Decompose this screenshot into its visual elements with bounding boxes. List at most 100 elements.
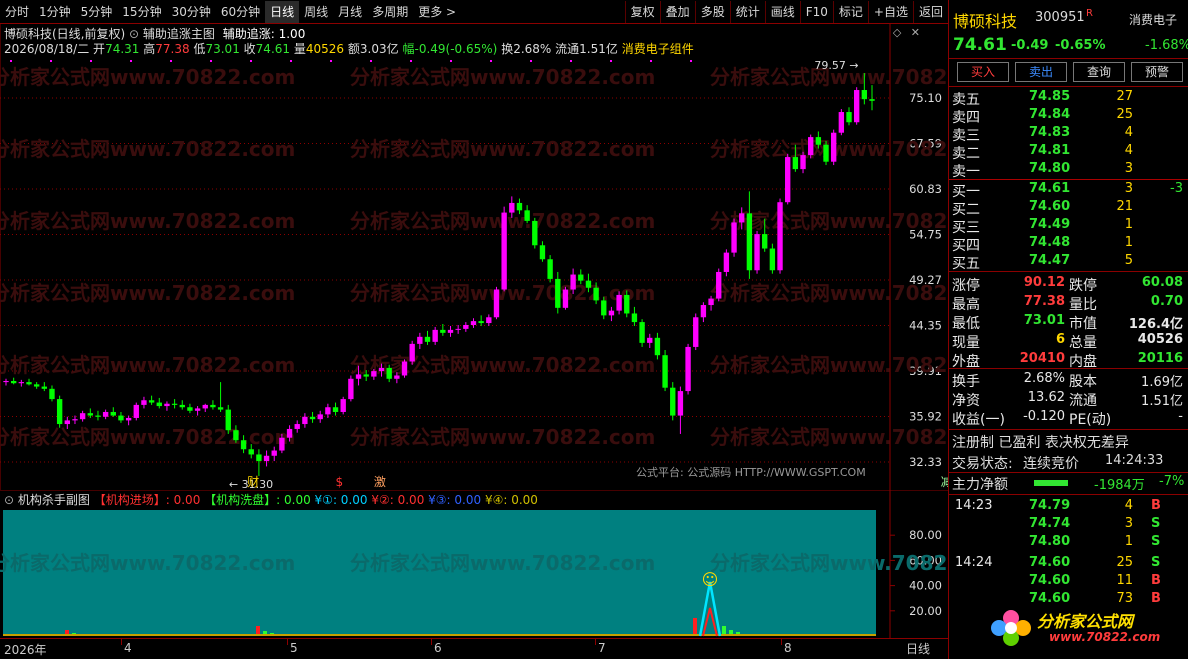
trade-button-2[interactable]: 查询 [1073,62,1125,82]
candle[interactable] [769,243,776,274]
candle[interactable] [317,410,323,423]
candle[interactable] [102,409,109,420]
main-kline-chart[interactable]: 75.10 67.59 60.83 54.75 49.27 44.35 39.91 35.92… [0,24,948,490]
candle[interactable] [133,402,139,421]
candle[interactable] [432,326,438,345]
candle[interactable] [187,403,193,414]
candle[interactable] [33,382,40,389]
candle[interactable] [486,314,492,326]
trade-button-3[interactable]: 预警 [1131,62,1183,82]
candle[interactable] [777,198,783,274]
action-button-1[interactable]: 叠加 [659,0,695,23]
action-button-0[interactable]: 复权 [624,0,660,23]
period-tab-3[interactable]: 15分钟 [117,1,166,23]
candle[interactable] [693,313,699,351]
period-tab-0[interactable]: 分时 [0,1,34,23]
sector-name[interactable]: 消费电子 [1129,11,1177,28]
action-button-3[interactable]: 统计 [729,0,765,23]
candle[interactable] [685,343,691,395]
candle[interactable] [141,396,147,409]
period-tab-1[interactable]: 1分钟 [34,1,76,23]
level-price[interactable]: 74.49 [1029,217,1070,232]
candle[interactable] [424,330,431,345]
candle[interactable] [49,385,55,402]
candle[interactable] [10,377,17,385]
candle[interactable] [125,415,132,426]
sub-indicator-chart[interactable]: 80.00 60.00 40.00 20.00 ☺ 分析家公式网www.70822.com… [0,490,948,638]
sub-svg[interactable]: 80.0060.0040.0020.00☺分析家公式网www.70822.com… [0,490,948,638]
candle[interactable] [95,410,101,421]
tick-row[interactable]: 74.80 1 S [949,534,1188,552]
tick-row[interactable]: 14:23 74.79 4 B [949,498,1188,516]
candle[interactable] [716,268,722,302]
candle[interactable] [808,134,814,159]
candle[interactable] [210,400,216,410]
level-price[interactable]: 74.47 [1029,253,1070,268]
action-button-6[interactable]: 标记 [832,0,868,23]
candle[interactable] [409,340,415,365]
action-button-4[interactable]: 画线 [764,0,800,23]
period-tab-2[interactable]: 5分钟 [76,1,118,23]
trade-button-1[interactable]: 卖出 [1015,62,1067,82]
level-price[interactable]: 74.84 [1029,107,1070,122]
candle[interactable] [853,87,860,125]
level-price[interactable]: 74.80 [1029,161,1070,176]
candle[interactable] [463,322,469,332]
candle[interactable] [41,382,48,392]
level-price[interactable]: 74.85 [1029,89,1070,104]
period-tab-8[interactable]: 月线 [333,1,367,23]
candle[interactable] [501,206,507,292]
action-button-8[interactable]: 返回 [912,0,948,23]
candle[interactable] [608,306,615,322]
period-tab-5[interactable]: 60分钟 [216,1,265,23]
candle[interactable] [164,401,170,411]
candle[interactable] [478,315,484,326]
candle[interactable] [217,382,224,412]
candle[interactable] [156,397,162,409]
trade-button-0[interactable]: 买入 [957,62,1009,82]
sub-toggle-icon[interactable]: ⊙ [4,493,14,507]
period-tab-4[interactable]: 30分钟 [167,1,216,23]
candle[interactable] [110,407,116,417]
candle[interactable] [785,153,791,205]
candle[interactable] [340,396,346,415]
candle[interactable] [194,406,201,416]
candle[interactable] [830,129,837,166]
sector-tag[interactable]: 消费电子组件 [622,42,694,56]
candle[interactable] [838,109,845,136]
candle[interactable] [401,359,408,378]
level-price[interactable]: 74.81 [1029,143,1070,158]
diamond-icon[interactable]: ◇ [893,26,901,39]
candle[interactable] [562,286,569,310]
candle[interactable] [532,217,538,249]
candle[interactable] [746,191,753,279]
candle[interactable] [171,399,178,409]
action-button-5[interactable]: F10 [799,0,833,23]
level-price[interactable]: 74.48 [1029,235,1070,250]
candle[interactable] [547,255,553,283]
candle[interactable] [524,205,530,224]
candle[interactable] [677,386,684,434]
candle[interactable] [754,230,760,274]
tick-row[interactable]: 74.60 11 B [949,573,1188,591]
candle[interactable] [26,378,32,386]
candle[interactable] [309,411,316,423]
candle[interactable] [225,404,231,434]
candle[interactable] [332,402,339,416]
candle[interactable] [639,319,645,347]
action-button-2[interactable]: 多股 [694,0,730,23]
period-tab-9[interactable]: 多周期 [367,1,413,23]
candle[interactable] [302,413,308,428]
tick-row[interactable]: 14:24 74.60 25 S [949,555,1188,573]
sub-chart-title[interactable]: 机构杀手副图 [18,493,90,507]
candle[interactable] [555,271,561,314]
candle[interactable] [79,410,86,422]
candle[interactable] [447,325,454,337]
candle[interactable] [18,379,25,387]
period-tab-10[interactable]: 更多 > [413,1,461,23]
candle[interactable] [118,411,124,423]
candle[interactable] [846,107,852,126]
candle[interactable] [325,403,331,418]
tick-row[interactable]: 74.74 3 S [949,516,1188,534]
level-price[interactable]: 74.60 [1029,199,1070,214]
